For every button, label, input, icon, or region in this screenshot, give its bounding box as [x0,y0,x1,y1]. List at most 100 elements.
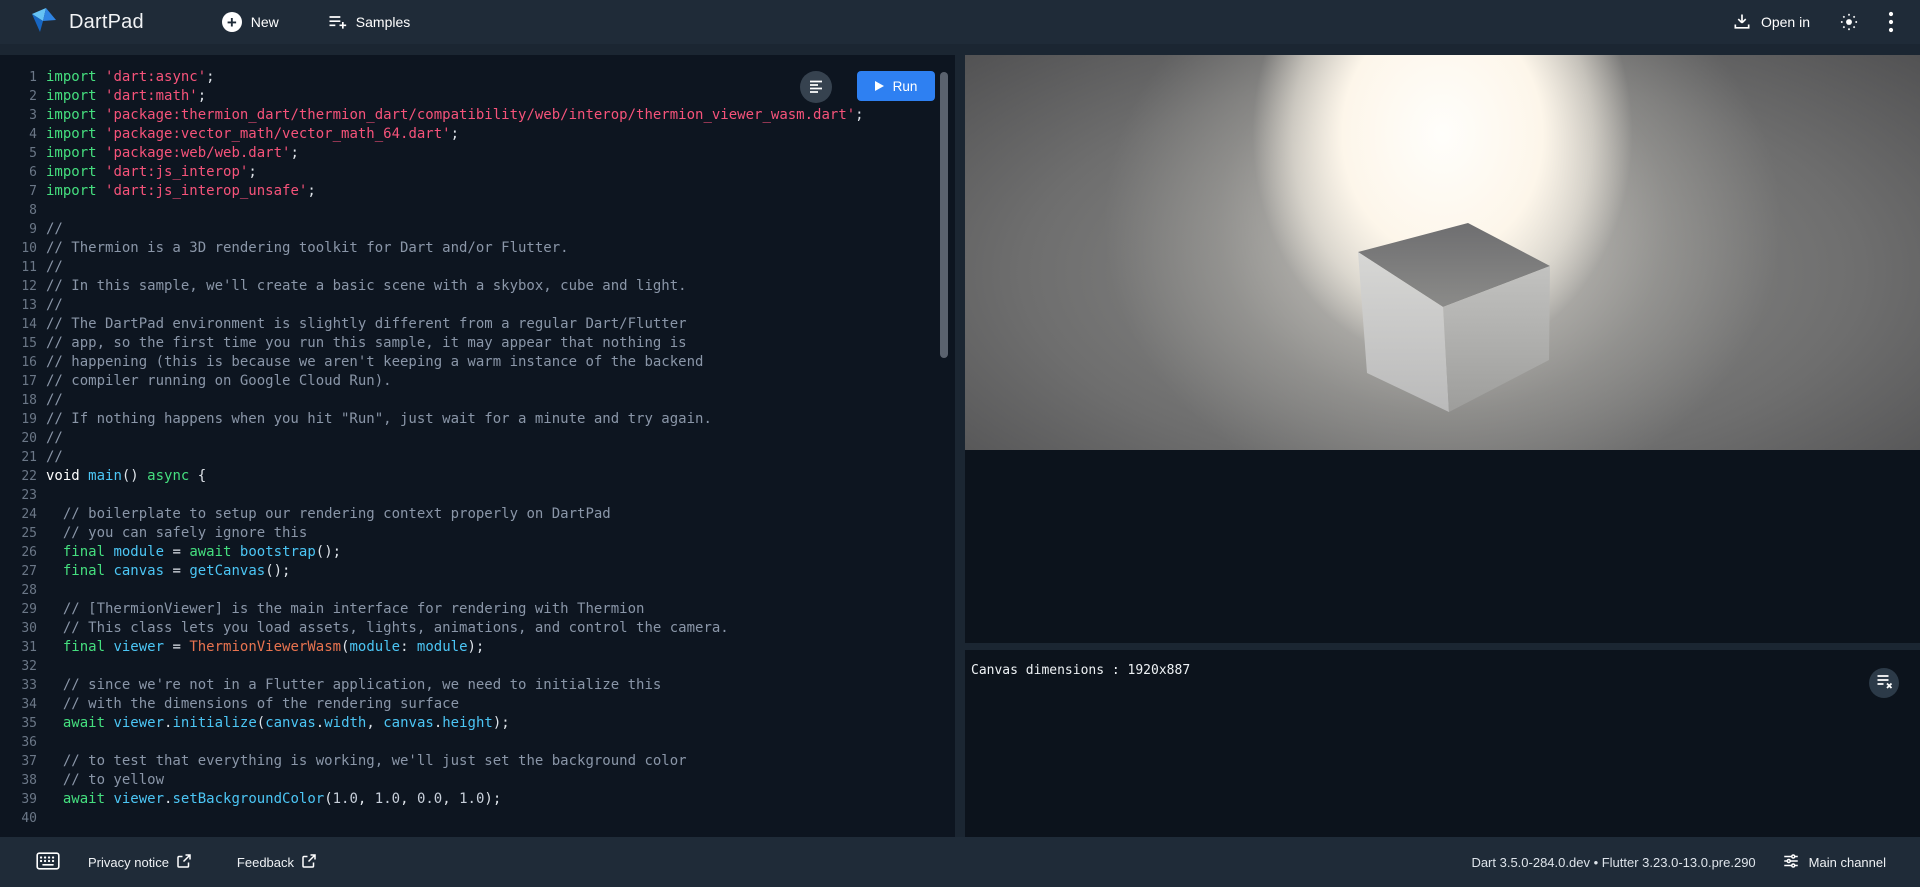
code-line: 14// The DartPad environment is slightly… [0,315,955,334]
code-line: 26 final module = await bootstrap(); [0,543,955,562]
code-line-text: // [37,258,63,277]
code-line-text: // [37,391,63,410]
code-line: 30 // This class lets you load assets, l… [0,619,955,638]
console-splitter[interactable] [965,643,1920,650]
dartpad-window: DartPad + New Samples Open in [0,0,1920,887]
code-line: 4import 'package:vector_math/vector_math… [0,125,955,144]
line-number: 35 [0,714,37,733]
new-button[interactable]: + New [222,0,279,44]
privacy-notice-label: Privacy notice [88,855,169,870]
code-line: 6import 'dart:js_interop'; [0,163,955,182]
privacy-notice-link[interactable]: Privacy notice [88,854,191,871]
code-line: 29 // [ThermionViewer] is the main inter… [0,600,955,619]
line-number: 4 [0,125,37,144]
code-line-text: await viewer.setBackgroundColor(1.0, 1.0… [37,790,501,809]
keyboard-shortcuts-button[interactable] [36,852,60,873]
line-number: 23 [0,486,37,505]
code-line-text: final canvas = getCanvas(); [37,562,290,581]
line-number: 21 [0,448,37,467]
code-line-text: // [37,296,63,315]
new-button-label: New [251,14,279,30]
code-line-text: void main() async { [37,467,206,486]
code-line: 16// happening (this is because we aren'… [0,353,955,372]
run-button[interactable]: Run [857,71,935,101]
line-number: 13 [0,296,37,315]
overflow-menu-button[interactable] [1888,0,1894,44]
tune-icon [1782,852,1800,873]
channel-label: Main channel [1809,855,1886,870]
code-line: 25 // you can safely ignore this [0,524,955,543]
theme-toggle-button[interactable] [1838,0,1860,44]
editor-scrollbar[interactable] [940,72,948,358]
line-number: 14 [0,315,37,334]
line-number: 38 [0,771,37,790]
code-line-text: // [37,220,63,239]
render-canvas-3d[interactable] [965,55,1920,450]
open-in-label: Open in [1761,14,1810,30]
panel-splitter[interactable] [955,55,965,837]
format-icon [808,78,824,97]
code-line-text: // happening (this is because we aren't … [37,353,703,372]
code-line-text: import 'dart:js_interop_unsafe'; [37,182,316,201]
top-nav: DartPad + New Samples Open in [0,0,1920,44]
line-number: 17 [0,372,37,391]
code-line: 8 [0,201,955,220]
code-line-text [37,809,46,828]
nav-right-group: Open in [1732,0,1894,44]
code-line: 32 [0,657,955,676]
line-number: 40 [0,809,37,828]
play-icon [875,81,884,91]
line-number: 24 [0,505,37,524]
line-number: 16 [0,353,37,372]
code-line-text [37,486,46,505]
line-number: 1 [0,68,37,87]
code-line: 15// app, so the first time you run this… [0,334,955,353]
line-number: 5 [0,144,37,163]
line-number: 37 [0,752,37,771]
line-number: 15 [0,334,37,353]
code-line: 18// [0,391,955,410]
code-line-text: final viewer = ThermionViewerWasm(module… [37,638,484,657]
line-number: 25 [0,524,37,543]
line-number: 2 [0,87,37,106]
channel-selector[interactable]: Main channel [1782,852,1886,873]
code-line: 20// [0,429,955,448]
code-line-text: import 'dart:async'; [37,68,215,87]
code-line-text [37,581,46,600]
code-line-text: // since we're not in a Flutter applicat… [37,676,661,695]
external-link-icon [302,854,316,871]
console-panel: Canvas dimensions : 1920x887 [965,650,1920,837]
code-line-text: final module = await bootstrap(); [37,543,341,562]
code-line-text: // This class lets you load assets, ligh… [37,619,729,638]
code-line-text: // Thermion is a 3D rendering toolkit fo… [37,239,569,258]
sdk-version-text: Dart 3.5.0-284.0.dev • Flutter 3.23.0-13… [1471,855,1755,870]
open-in-button[interactable]: Open in [1732,0,1810,44]
line-number: 3 [0,106,37,125]
code-editor[interactable]: 1import 'dart:async';2import 'dart:math'… [0,55,955,828]
format-code-button[interactable] [800,71,832,103]
feedback-link[interactable]: Feedback [237,854,316,871]
line-number: 6 [0,163,37,182]
line-number: 39 [0,790,37,809]
code-line-text: import 'package:vector_math/vector_math_… [37,125,459,144]
code-line-text [37,733,46,752]
code-line: 17// compiler running on Google Cloud Ru… [0,372,955,391]
code-line-text: // [37,429,63,448]
code-line-text [37,657,46,676]
line-number: 11 [0,258,37,277]
code-line: 11// [0,258,955,277]
code-line: 24 // boilerplate to setup our rendering… [0,505,955,524]
code-line: 21// [0,448,955,467]
code-line: 40 [0,809,955,828]
samples-button[interactable]: Samples [327,0,410,44]
line-number: 32 [0,657,37,676]
code-line: 39 await viewer.setBackgroundColor(1.0, … [0,790,955,809]
vertical-dots-icon [1888,11,1894,33]
line-number: 7 [0,182,37,201]
code-editor-panel[interactable]: 1import 'dart:async';2import 'dart:math'… [0,55,955,837]
clear-console-button[interactable] [1869,668,1899,698]
code-line-text: // boilerplate to setup our rendering co… [37,505,611,524]
app-title: DartPad [69,11,144,34]
footer-right-group: Dart 3.5.0-284.0.dev • Flutter 3.23.0-13… [1471,852,1886,873]
code-line: 9// [0,220,955,239]
